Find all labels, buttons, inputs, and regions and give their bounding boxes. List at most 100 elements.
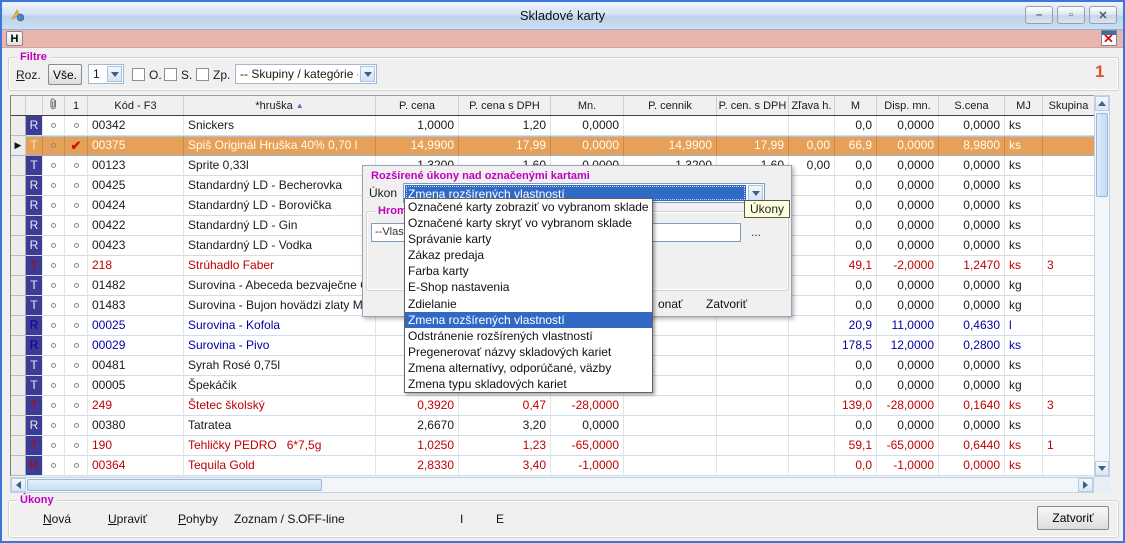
group-category-select[interactable]: -- Skupiny / kategórie -- — [235, 64, 377, 84]
action-button-nov[interactable]: Nová — [43, 512, 71, 526]
column-header-p_cena_dph[interactable]: P. cena s DPH — [459, 96, 551, 115]
cell-p_cena: 14,9900 — [376, 136, 459, 156]
cell-p_cena: 2,6670 — [376, 416, 459, 436]
cell-code: 00005 — [88, 376, 184, 396]
dropdown-item[interactable]: Odstránenie rozšírených vlastností — [405, 328, 652, 344]
cell-mj: ks — [1005, 436, 1043, 456]
cell-skupina — [1043, 236, 1095, 256]
h-button[interactable]: H — [6, 31, 23, 46]
cell-s_cena: 1,2470 — [939, 256, 1005, 276]
action-button-off-line[interactable]: OFF-line — [298, 512, 345, 526]
cell-skupina — [1043, 136, 1095, 156]
dropdown-item[interactable]: Zmena typu skladových kariet — [405, 376, 652, 392]
dialog-close-button[interactable]: Zatvoriť — [706, 297, 747, 311]
cell-zlava — [789, 336, 835, 356]
chevron-down-icon[interactable] — [748, 185, 763, 201]
dropdown-item[interactable]: Označené karty zobraziť vo vybranom skla… — [405, 199, 652, 215]
cell-one — [65, 456, 88, 476]
column-header-name[interactable]: *hruška▲ — [184, 96, 376, 115]
checkbox-s[interactable] — [164, 68, 177, 81]
dropdown-item[interactable]: E-Shop nastavenia — [405, 279, 652, 295]
dropdown-item[interactable]: Označené karty skryť vo vybranom sklade — [405, 215, 652, 231]
vse-button[interactable]: Vše. — [48, 64, 82, 85]
cell-one — [65, 236, 88, 256]
column-header-s_cena[interactable]: S.cena — [939, 96, 1005, 115]
column-header-skupina[interactable]: Skupina — [1043, 96, 1095, 115]
action-button-e[interactable]: E — [496, 512, 504, 526]
dropdown-item[interactable]: Správanie karty — [405, 231, 652, 247]
table-row[interactable]: R00342Snickers1,00001,200,00000,00,00000… — [11, 116, 1094, 136]
column-header-m[interactable]: M — [835, 96, 877, 115]
cell-one — [65, 256, 88, 276]
dropdown-item[interactable]: Zákaz predaja — [405, 247, 652, 263]
cell-s_cena: 0,0000 — [939, 356, 1005, 376]
red-x-glyph: ✕ — [1103, 32, 1114, 45]
roz-label[interactable]: Roz. — [16, 68, 41, 82]
vertical-scrollbar[interactable] — [1094, 95, 1110, 477]
cell-sel — [11, 356, 26, 376]
cell-disp: 0,0000 — [877, 416, 939, 436]
cell-code: 00422 — [88, 216, 184, 236]
chevron-down-icon[interactable] — [107, 66, 122, 82]
column-header-sel[interactable] — [11, 96, 26, 115]
dropdown-item[interactable]: Pregenerovať názvy skladových kariet — [405, 344, 652, 360]
mark-dot-icon — [74, 203, 79, 208]
table-row[interactable]: T249Štetec školský0,39200,47-28,0000139,… — [11, 396, 1094, 416]
cell-m: 66,9 — [835, 136, 877, 156]
scroll-right-arrow-icon[interactable] — [1078, 478, 1093, 492]
table-row[interactable]: T190Tehličky PEDRO 6*7,5g1,02501,23-65,0… — [11, 436, 1094, 456]
column-header-zlava[interactable]: Zľava h. — [789, 96, 835, 115]
cell-p_cena: 1,0000 — [376, 116, 459, 136]
maximize-button[interactable]: ▫ — [1057, 6, 1085, 24]
dropdown-item[interactable]: Zmena rozšírených vlastností — [405, 312, 652, 328]
dropdown-item[interactable]: Farba karty — [405, 263, 652, 279]
filter-group-label: Filtre — [17, 51, 50, 63]
minimize-button[interactable]: – — [1025, 6, 1053, 24]
horizontal-scroll-thumb[interactable] — [27, 479, 322, 491]
cell-code: 190 — [88, 436, 184, 456]
cell-skupina — [1043, 296, 1095, 316]
scroll-down-arrow-icon[interactable] — [1095, 461, 1109, 476]
cell-mj: ks — [1005, 236, 1043, 256]
vertical-scroll-thumb[interactable] — [1096, 113, 1108, 197]
action-button-zoznam-s[interactable]: Zoznam / S. — [234, 512, 299, 526]
action-button-pohyby[interactable]: Pohyby — [178, 512, 218, 526]
dropdown-item[interactable]: Zmena alternatívy, odporúčané, väzby — [405, 360, 652, 376]
cell-p_cennik — [624, 456, 717, 476]
scroll-up-arrow-icon[interactable] — [1095, 96, 1109, 111]
column-header-disp[interactable]: Disp. mn. — [877, 96, 939, 115]
dropdown-item[interactable]: Zdielanie — [405, 296, 652, 312]
checkbox-o[interactable] — [132, 68, 145, 81]
action-button-i[interactable]: I — [460, 512, 463, 526]
scroll-left-arrow-icon[interactable] — [11, 478, 26, 492]
chevron-down-icon[interactable] — [360, 66, 375, 82]
column-header-attach[interactable] — [43, 96, 65, 115]
table-row[interactable]: ▶T✔00375Spiš Originál Hruška 40% 0,70 l1… — [11, 136, 1094, 156]
column-header-mn[interactable]: Mn. — [551, 96, 624, 115]
attachment-dot-icon — [51, 443, 56, 448]
column-header-p_cennik[interactable]: P. cennik — [624, 96, 717, 115]
table-row[interactable]: R00364Tequila Gold2,83303,40-1,00000,0-1… — [11, 456, 1094, 476]
column-header-code[interactable]: Kód - F3 — [88, 96, 184, 115]
execute-button[interactable]: onať — [658, 297, 683, 311]
column-header-mj[interactable]: MJ — [1005, 96, 1043, 115]
close-window-button[interactable]: Zatvoriť — [1037, 506, 1109, 530]
cell-mj: ks — [1005, 356, 1043, 376]
browse-button[interactable]: ... — [751, 225, 761, 239]
column-header-one[interactable]: 1 — [65, 96, 88, 115]
cell-m: 0,0 — [835, 296, 877, 316]
column-header-type[interactable] — [26, 96, 43, 115]
horizontal-scrollbar[interactable] — [10, 477, 1094, 493]
close-cards-icon[interactable]: ✕ — [1101, 30, 1117, 46]
cell-type: T — [26, 256, 43, 276]
column-header-p_cen_dph[interactable]: P. cen. s DPH — [717, 96, 789, 115]
number-select[interactable]: 1 — [88, 64, 124, 84]
cell-p_cena: 2,8330 — [376, 456, 459, 476]
action-button-upravi[interactable]: Upraviť — [108, 512, 147, 526]
checkbox-zp[interactable] — [196, 68, 209, 81]
close-button[interactable]: ✕ — [1089, 6, 1117, 24]
column-header-p_cena[interactable]: P. cena — [376, 96, 459, 115]
table-row[interactable]: R00380Tatratea2,66703,200,00000,00,00000… — [11, 416, 1094, 436]
cell-sel — [11, 236, 26, 256]
ukon-label: Úkon — [369, 186, 397, 200]
